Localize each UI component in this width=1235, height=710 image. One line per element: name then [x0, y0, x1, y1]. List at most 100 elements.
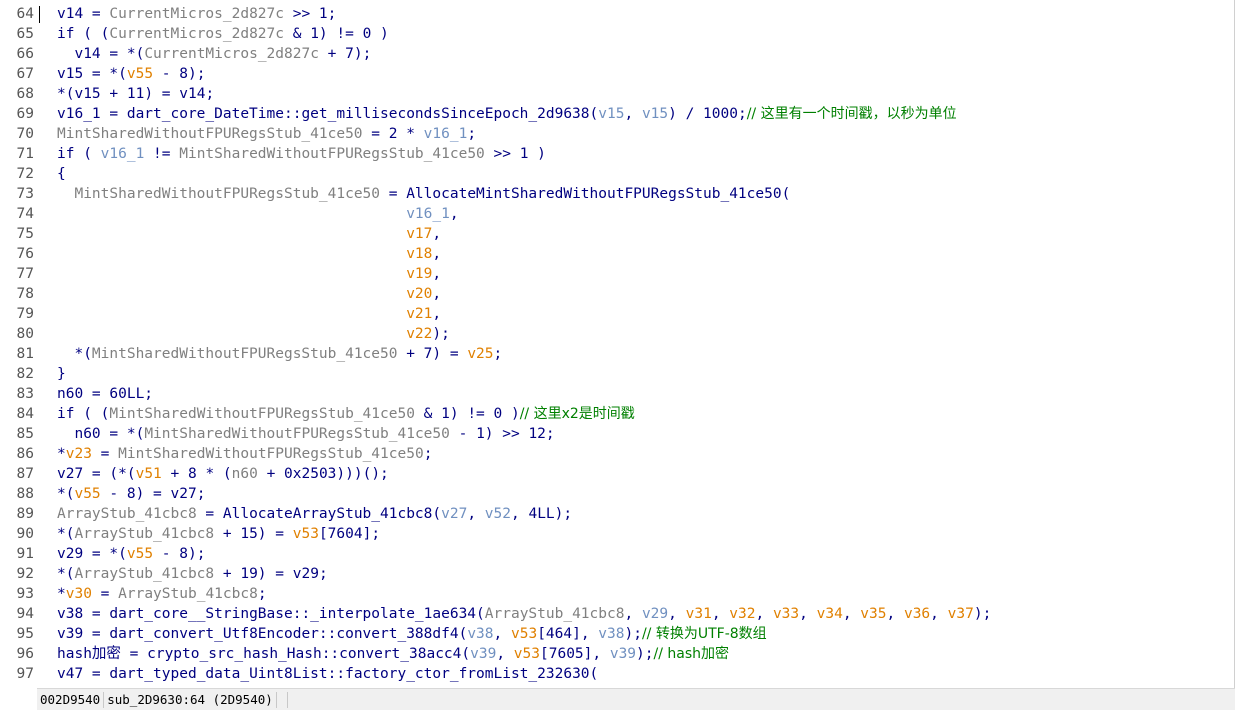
code-line[interactable]: *(v15 + 11) = v14; [57, 84, 991, 104]
line-number: 76 [16, 246, 34, 262]
code-line[interactable]: n60 = 60LL; [57, 384, 991, 404]
code-token: , [432, 306, 442, 322]
code-line[interactable]: v14 = *(CurrentMicros_2d827c + 7); [57, 44, 991, 64]
pseudocode-editor[interactable]: 64 65 66 67 68 69 70 71 72 73 74 75 76 77 78 79 80 81 82 83… [0, 0, 1235, 688]
code-token: v22 [406, 326, 433, 342]
code-token: v53 [513, 646, 540, 662]
code-token: v14 [179, 86, 206, 102]
code-token: v32 [729, 606, 756, 622]
code-token: = AllocateMintSharedWithoutFPURegsStub_4… [380, 186, 791, 202]
line-number: 65 [16, 26, 34, 42]
code-line[interactable]: v16_1 = dart_core_DateTime::get_millisec… [57, 104, 991, 124]
code-token: v36 [903, 606, 931, 622]
code-token: v53 [292, 526, 319, 542]
code-line[interactable]: v16_1, [57, 204, 991, 224]
code-line[interactable]: if ( (CurrentMicros_2d827c & 1) != 0 ) [57, 24, 991, 44]
code-token: ); [432, 326, 450, 342]
code-line[interactable]: v17, [57, 224, 991, 244]
code-token: v29 [641, 606, 669, 622]
code-token: v23 [65, 446, 92, 462]
code-token: , [432, 246, 442, 262]
line-number: 97 [16, 666, 34, 682]
code-token: v37 [947, 606, 974, 622]
code-token: v27 [441, 506, 468, 522]
line-number: 87 [16, 466, 34, 482]
code-token: v15 [74, 86, 101, 102]
code-token: v20 [406, 286, 433, 302]
code-area[interactable]: v14 = CurrentMicros_2d827c >> 1; if ( (Cu… [57, 4, 991, 684]
code-line[interactable]: v14 = CurrentMicros_2d827c >> 1; [57, 4, 991, 24]
line-number: 96 [16, 646, 34, 662]
code-line[interactable]: MintSharedWithoutFPURegsStub_41ce50 = Al… [57, 184, 991, 204]
code-line[interactable]: v38 = dart_core__StringBase::_interpolat… [57, 604, 991, 624]
code-token: = crypto_src_hash_Hash::convert_38acc4( [120, 646, 471, 662]
code-line[interactable]: v19, [57, 264, 991, 284]
code-token: v38 [57, 606, 84, 622]
code-token: n60 [231, 466, 258, 482]
code-token: ; [196, 486, 206, 502]
code-line[interactable]: v27 = (*(v51 + 8 * (n60 + 0x2503)))(); [57, 464, 991, 484]
code-line[interactable]: *v30 = ArrayStub_41cbc8; [57, 584, 991, 604]
code-token: ; [205, 86, 215, 102]
code-line[interactable]: n60 = *(MintSharedWithoutFPURegsStub_41c… [57, 424, 991, 444]
code-token: + 19) = [214, 566, 293, 582]
code-token: , [432, 266, 442, 282]
code-token: , [493, 626, 511, 642]
code-line[interactable]: v47 = dart_typed_data_Uint8List::factory… [57, 664, 991, 684]
code-token: , [496, 646, 514, 662]
code-line[interactable]: v39 = dart_convert_Utf8Encoder::convert_… [57, 624, 991, 644]
code-token: >> 1 ) [484, 146, 546, 162]
code-token: = AllocateArrayStub_41cbc8( [196, 506, 442, 522]
code-line[interactable]: *v23 = MintSharedWithoutFPURegsStub_41ce… [57, 444, 991, 464]
code-line[interactable]: *(ArrayStub_41cbc8 + 15) = v53[7604]; [57, 524, 991, 544]
code-token: = *( [83, 546, 127, 562]
code-token: v15 [57, 66, 84, 82]
code-token: v19 [406, 266, 433, 282]
line-number: 71 [16, 146, 34, 162]
code-token: v38 [598, 626, 625, 642]
line-number: 83 [16, 386, 34, 402]
code-line[interactable]: if ( v16_1 != MintSharedWithoutFPURegsSt… [57, 144, 991, 164]
code-line[interactable]: MintSharedWithoutFPURegsStub_41ce50 = 2 … [57, 124, 991, 144]
code-token: = *( [100, 46, 145, 62]
status-location: sub_2D9630:64 (2D9540) [104, 691, 277, 708]
code-line[interactable]: { [57, 164, 991, 184]
code-token: MintSharedWithoutFPURegsStub_41ce50 [144, 426, 450, 442]
code-line[interactable]: *(ArrayStub_41cbc8 + 19) = v29; [57, 564, 991, 584]
code-token: * [57, 446, 66, 462]
code-line[interactable]: if ( (MintSharedWithoutFPURegsStub_41ce5… [57, 404, 991, 424]
code-token: ArrayStub_41cbc8 [118, 586, 258, 602]
code-comment: // 这里有一个时间戳，以秒为单位 [746, 106, 957, 122]
code-token: } [57, 366, 66, 382]
code-line[interactable]: } [57, 364, 991, 384]
line-number: 90 [16, 526, 34, 542]
code-token: [7604]; [318, 526, 381, 542]
code-token: ; [318, 566, 328, 582]
code-line[interactable]: *(v55 - 8) = v27; [57, 484, 991, 504]
code-line[interactable]: v20, [57, 284, 991, 304]
code-line[interactable]: v18, [57, 244, 991, 264]
code-token: v51 [135, 466, 162, 482]
code-line[interactable]: ArrayStub_41cbc8 = AllocateArrayStub_41c… [57, 504, 991, 524]
code-token: , [842, 606, 861, 622]
code-token: = 2 * [362, 126, 424, 142]
code-token: = [83, 6, 110, 22]
code-token: , [799, 606, 817, 622]
code-token: v38 [467, 626, 494, 642]
code-line[interactable]: hash加密 = crypto_src_hash_Hash::convert_3… [57, 644, 991, 664]
code-line[interactable]: v21, [57, 304, 991, 324]
line-number: 95 [16, 626, 34, 642]
code-line[interactable]: v15 = *(v55 - 8); [57, 64, 991, 84]
line-number: 68 [16, 86, 34, 102]
code-line[interactable]: v22); [57, 324, 991, 344]
code-token: *( [57, 86, 75, 102]
code-token: , [449, 206, 459, 222]
code-token: MintSharedWithoutFPURegsStub_41ce50 [179, 146, 485, 162]
code-line[interactable]: *(MintSharedWithoutFPURegsStub_41ce50 + … [57, 344, 991, 364]
code-token: [464], [537, 626, 599, 642]
code-line[interactable]: v29 = *(v55 - 8); [57, 544, 991, 564]
code-token: v16_1 [57, 106, 101, 122]
code-token: - 8); [153, 66, 206, 82]
